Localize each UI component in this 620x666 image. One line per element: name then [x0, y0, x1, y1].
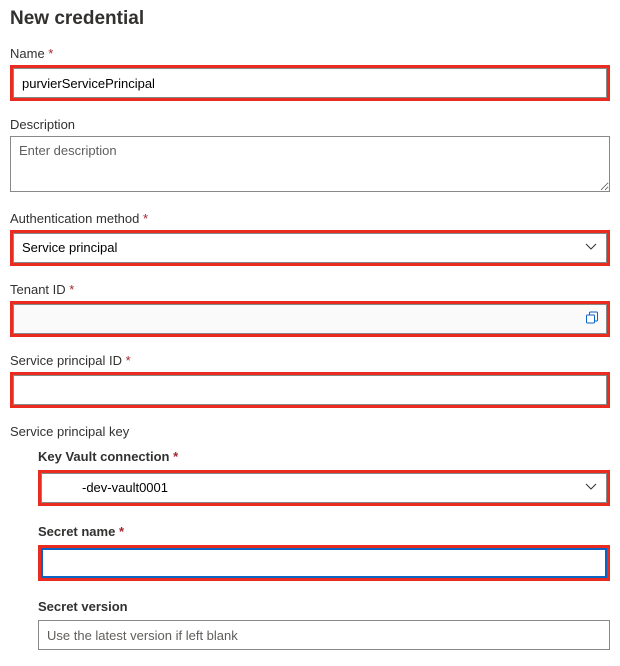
sp-id-input[interactable]: [13, 375, 607, 405]
page-title: New credential: [10, 8, 610, 30]
tenant-id-input[interactable]: [13, 304, 607, 334]
secret-name-label: Secret name: [38, 524, 610, 539]
auth-method-select[interactable]: Service principal: [13, 233, 607, 263]
tenant-id-field: Tenant ID: [10, 282, 610, 337]
sp-key-label: Service principal key: [10, 424, 610, 439]
secret-version-label: Secret version: [38, 599, 610, 614]
secret-version-input[interactable]: [38, 620, 610, 650]
description-field: Description: [10, 117, 610, 195]
kv-conn-label: Key Vault connection: [38, 449, 610, 464]
copy-icon[interactable]: [585, 311, 599, 328]
description-input[interactable]: [10, 136, 610, 192]
description-label: Description: [10, 117, 610, 132]
name-label: Name: [10, 46, 610, 61]
kv-conn-select[interactable]: -dev-vault0001: [41, 473, 607, 503]
tenant-id-label: Tenant ID: [10, 282, 610, 297]
secret-version-field: Secret version: [38, 599, 610, 650]
name-field: Name: [10, 46, 610, 101]
sp-id-label: Service principal ID: [10, 353, 610, 368]
kv-conn-field: Key Vault connection -dev-vault0001: [38, 449, 610, 506]
sp-key-section: Service principal key Key Vault connecti…: [10, 424, 610, 650]
secret-name-field: Secret name: [38, 524, 610, 581]
auth-method-field: Authentication method Service principal: [10, 211, 610, 266]
secret-name-input[interactable]: [41, 548, 607, 578]
sp-id-field: Service principal ID: [10, 353, 610, 408]
auth-method-label: Authentication method: [10, 211, 610, 226]
name-input[interactable]: [13, 68, 607, 98]
